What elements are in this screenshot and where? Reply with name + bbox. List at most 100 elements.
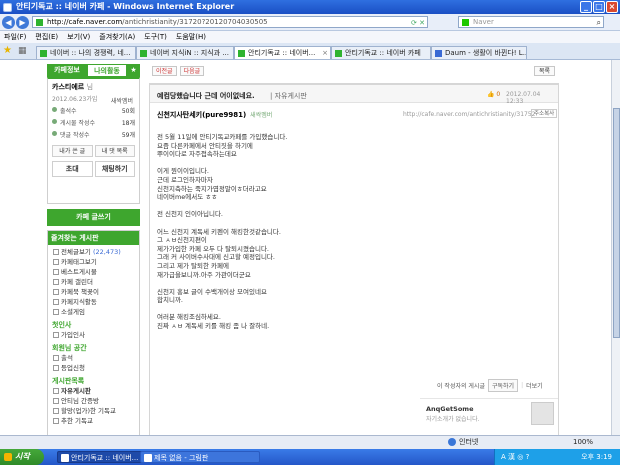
tab-favicon-icon xyxy=(435,50,442,57)
stat-posts: 게시물 작성수 18개 xyxy=(52,118,135,127)
article-author[interactable]: 신천지사탄세키(pure9981) 새싹멤버 xyxy=(157,110,272,120)
avatar[interactable] xyxy=(531,402,554,425)
article-nav: 이전글 다음글 xyxy=(152,66,205,76)
board-label: 베스트게시물 xyxy=(61,268,97,276)
board-item[interactable]: 안티님 간증방 xyxy=(52,396,135,406)
article-url[interactable]: http://cafe.naver.com/antichristianity/3… xyxy=(403,111,536,118)
tab-anti-christian-active[interactable]: 안티기독교 :: 네이버... × xyxy=(234,46,331,59)
invite-button[interactable]: 초대 xyxy=(52,161,93,177)
tab-label: 네이버 :: 나의 경쟁력, 네... xyxy=(50,49,131,57)
tab-close-icon[interactable]: × xyxy=(322,47,328,59)
tab-cafe-info[interactable]: 카페정보 xyxy=(47,64,87,77)
member-level: 새싹멤버 xyxy=(110,98,133,105)
taskbar-item-paint[interactable]: 제목 없음 - 그림판 xyxy=(140,451,260,463)
subscribe-button[interactable]: 구독하기 xyxy=(487,379,519,392)
vertical-scrollbar[interactable] xyxy=(611,60,620,449)
board-item[interactable]: 가입인사 xyxy=(52,330,135,340)
tab-label: 안티기독교 :: 네이버 카페 xyxy=(345,49,421,57)
like-count[interactable]: 👍 0 xyxy=(487,91,500,98)
maximize-button[interactable]: □ xyxy=(593,1,605,13)
author-level: 새싹멤버 xyxy=(250,112,273,119)
copy-url-button[interactable]: 주소복사 xyxy=(531,109,558,118)
body-line: 네이버me에서도 ㅎㅎ xyxy=(157,193,218,202)
board-label: 출석 xyxy=(61,354,73,362)
board-item[interactable]: 할망(업가)한 기독교 xyxy=(52,406,135,416)
tab-anti-christian[interactable]: 안티기독교 :: 네이버 카페 xyxy=(331,46,431,59)
cafe-sidebar: 카페정보 나의활동 ★ 카스티에르 님 2012.06.23가입 새싹멤버 출석수… xyxy=(47,64,140,452)
ie-task-icon xyxy=(61,454,69,462)
menu-tools[interactable]: 도구(T) xyxy=(144,31,167,43)
address-bar[interactable]: http://cafe.naver.com/antichristianity/3… xyxy=(32,16,428,28)
board-icon xyxy=(53,365,59,371)
next-post-button[interactable]: 다음글 xyxy=(179,66,205,76)
menu-file[interactable]: 파일(F) xyxy=(4,31,26,43)
status-bar: 인터넷 100% xyxy=(0,435,620,449)
tab-my-activity[interactable]: 나의활동 xyxy=(87,64,127,77)
board-item[interactable]: 출석 xyxy=(52,353,135,363)
my-content-buttons: 내가 쓴 글 내 댓 목록 xyxy=(52,145,135,157)
tab-daum[interactable]: Daum - 생활이 바뀐다! L... xyxy=(431,46,527,59)
body-line xyxy=(157,279,457,288)
refresh-icon[interactable]: ⟳ ✕ xyxy=(411,18,425,29)
my-comments-button[interactable]: 내 댓 목록 xyxy=(94,145,135,157)
menu-edit[interactable]: 편집(E) xyxy=(35,31,58,43)
chat-button[interactable]: 채팅하기 xyxy=(94,161,135,177)
forward-icon[interactable]: ▶ xyxy=(16,16,29,29)
quick-tabs-icon[interactable]: ▦ xyxy=(18,46,28,56)
tab-label: 네이버 지식iN :: 지식과 ... xyxy=(150,49,229,57)
clock: 오후 3:19 xyxy=(581,453,612,461)
close-button[interactable]: × xyxy=(606,1,618,13)
menu-view[interactable]: 보기(V) xyxy=(67,31,90,43)
star-icon[interactable]: ★ xyxy=(127,64,140,77)
board-icon xyxy=(53,408,59,414)
stat-label: 댓글 작성수 xyxy=(60,132,90,139)
board-item[interactable]: 전체글보기 (22,473) xyxy=(52,247,135,257)
author-name: 신천지사탄세키(pure9981) xyxy=(157,111,247,119)
search-icon[interactable]: ⌕ xyxy=(597,17,601,28)
tab-naver[interactable]: 네이버 :: 나의 경쟁력, 네... xyxy=(36,46,136,59)
write-post-button[interactable]: 카페 글쓰기 xyxy=(47,209,140,226)
writer-posts-link[interactable]: 이 작성자의 게시글 xyxy=(437,381,485,390)
board-label: 소셜게임 xyxy=(61,308,85,316)
zoom-level[interactable]: 100% xyxy=(573,436,593,449)
board-item[interactable]: 소셜게임 xyxy=(52,307,135,317)
list-button[interactable]: 목록 xyxy=(533,66,555,76)
search-input[interactable]: Naver ⌕ xyxy=(458,16,604,28)
tab-naver-kin[interactable]: 네이버 지식iN :: 지식과 ... xyxy=(136,46,234,59)
board-item[interactable]: 카페태그보기 xyxy=(52,257,135,267)
my-posts-button[interactable]: 내가 쓴 글 xyxy=(52,145,93,157)
security-zone: 인터넷 xyxy=(448,436,478,449)
more-link[interactable]: 더보기 xyxy=(526,381,543,390)
divider: | xyxy=(521,382,524,389)
menu-favorites[interactable]: 즐겨찾기(A) xyxy=(99,31,135,43)
minimize-button[interactable]: _ xyxy=(580,1,592,13)
member-space-heading: 회원님 공간 xyxy=(52,344,87,352)
board-item[interactable]: 등업신청 xyxy=(52,363,135,373)
member-info-box: 카스티에르 님 2012.06.23가입 새싹멤버 출석수 50회 게시물 작성수 1… xyxy=(47,77,140,204)
board-item[interactable]: 자유게시판 xyxy=(52,386,135,396)
board-item[interactable]: 카페지식활동 xyxy=(52,297,135,307)
body-line: 신천지 홍보 글이 수백개이상 모여있네요 xyxy=(157,287,267,296)
board-icon xyxy=(53,289,59,295)
board-item[interactable]: 추한 기독교 xyxy=(52,416,135,426)
start-button[interactable]: 시작 xyxy=(0,449,44,465)
scrollbar-thumb[interactable] xyxy=(613,108,620,338)
prev-post-button[interactable]: 이전글 xyxy=(152,66,177,76)
menu-help[interactable]: 도움말(H) xyxy=(176,31,206,43)
start-label: 시작 xyxy=(15,452,30,461)
board-menu: 즐겨찾는 게시판 전체글보기 (22,473) 카페태그보기 베스트게시물 카페… xyxy=(47,230,140,452)
article-area: 이전글 다음글 목록 예컴당했습니다 근데 어이없네요. | 자유게시판 👍 0… xyxy=(149,64,559,449)
board-item[interactable]: 카페북 책꽂이 xyxy=(52,287,135,297)
board-item[interactable]: 카페 갤린더 xyxy=(52,277,135,287)
favorites-star-icon[interactable]: ★ xyxy=(3,46,13,56)
board-label: 등업신청 xyxy=(61,364,85,372)
board-item[interactable]: 베스트게시물 xyxy=(52,267,135,277)
article-header: 예컴당했습니다 근데 어이없네요. | 자유게시판 👍 0 2012.07.04… xyxy=(150,85,558,105)
profile-name[interactable]: AnqGetSome xyxy=(426,405,474,413)
article-category[interactable]: | 자유게시판 xyxy=(270,91,307,101)
tab-favicon-icon xyxy=(238,50,245,57)
ime-indicator[interactable]: A 漢 ◎ ? xyxy=(501,453,529,461)
action-buttons: 초대 채팅하기 xyxy=(52,161,135,177)
back-icon[interactable]: ◀ xyxy=(2,16,15,29)
article-title: 예컴당했습니다 근데 어이없네요. xyxy=(157,92,255,100)
